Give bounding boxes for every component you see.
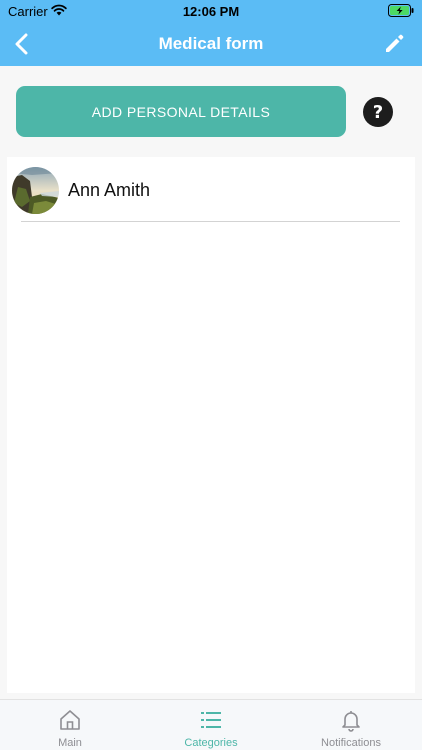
tab-main-label: Main <box>58 737 82 749</box>
nav-bar: Medical form <box>0 22 422 66</box>
status-bar: Carrier 12:06 PM <box>0 0 422 22</box>
question-mark-icon: ? <box>372 101 384 123</box>
bell-icon <box>342 711 360 732</box>
tab-categories-label: Categories <box>184 737 238 749</box>
edit-button[interactable] <box>380 30 408 58</box>
divider <box>21 221 400 222</box>
landscape-photo-icon <box>12 167 59 214</box>
header: Carrier 12:06 PM Medical form <box>0 0 422 66</box>
avatar <box>12 167 59 214</box>
list-item[interactable]: Ann Amith <box>7 157 415 222</box>
tab-main[interactable]: Main <box>0 700 140 750</box>
tab-notifications-label: Notifications <box>321 737 381 749</box>
tab-notifications[interactable]: Notifications <box>281 700 421 750</box>
person-list: Ann Amith <box>7 157 415 693</box>
person-name: Ann Amith <box>68 180 151 200</box>
page-title: Medical form <box>158 34 264 53</box>
tab-bar: Main Categories Notifications <box>0 699 422 750</box>
help-button[interactable]: ? <box>363 97 393 127</box>
list-icon <box>201 712 221 728</box>
add-personal-details-button[interactable]: ADD PERSONAL DETAILS <box>16 86 346 137</box>
status-time: 12:06 PM <box>182 4 240 19</box>
tab-categories[interactable]: Categories <box>141 700 281 750</box>
home-icon <box>60 710 80 730</box>
battery-charging-icon <box>388 4 414 17</box>
pencil-icon <box>386 34 404 52</box>
